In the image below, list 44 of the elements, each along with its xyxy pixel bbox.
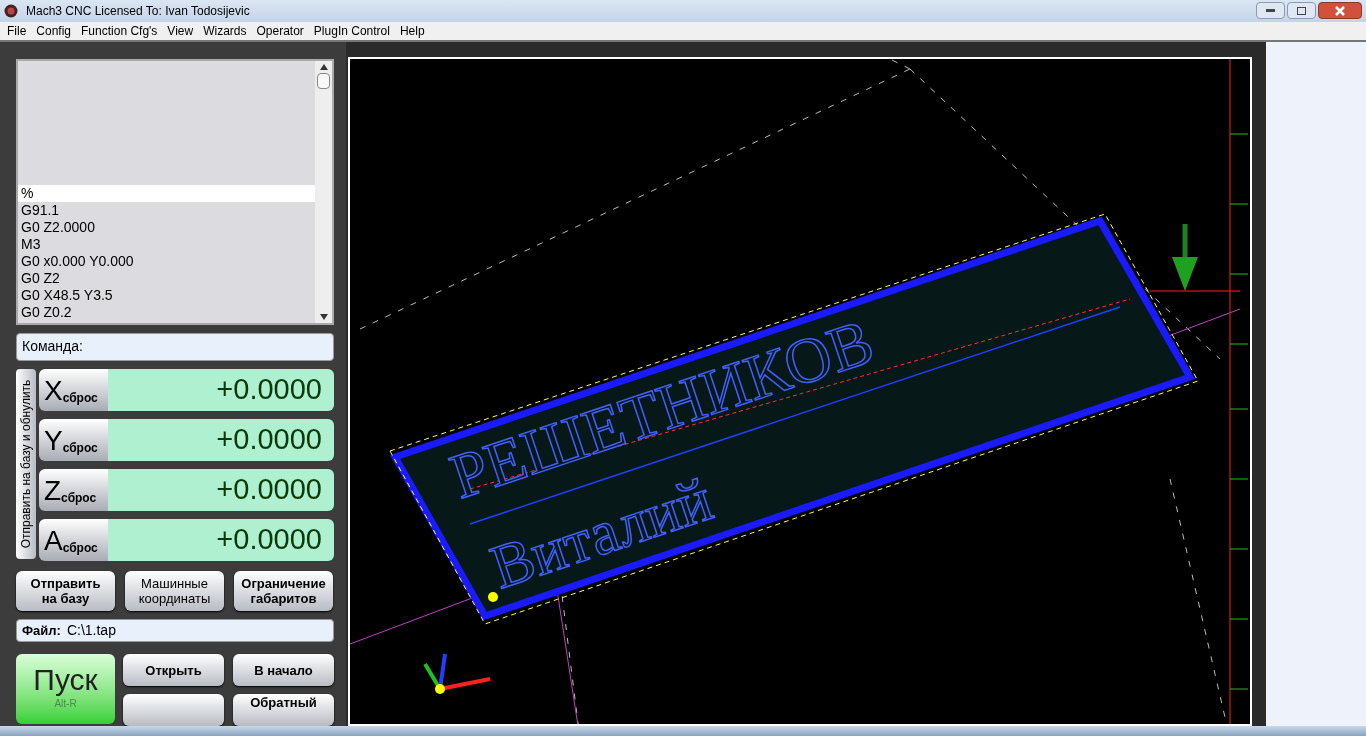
gcode-line[interactable]: G0 Z0.2 (18, 303, 315, 321)
program-button[interactable]: В начало (233, 654, 334, 686)
restore-button[interactable] (1287, 2, 1316, 19)
gcode-line[interactable]: G0 Z2.0000 (18, 218, 315, 236)
program-button[interactable]: Обратный (233, 694, 334, 726)
gcode-line[interactable]: G0 Z2 (18, 269, 315, 287)
axis-action-button[interactable]: Ограничение габаритов (234, 571, 333, 611)
scroll-thumb[interactable] (317, 73, 330, 89)
menu-item[interactable]: Wizards (198, 22, 252, 40)
gcode-list[interactable]: % G91.1 G0 Z2.0000 M3 G0 x0.000 Y0.000 G0 Z2 G0 X48.5 Y3.5 G0 Z0.2 (16, 59, 334, 325)
close-icon (1335, 5, 1345, 16)
window-title: Mach3 CNC Licensed To: Ivan Todosijevic (26, 3, 251, 20)
axis-action-button[interactable]: Отправить на базу (16, 571, 115, 611)
axis-dro: +0.0000 (108, 419, 334, 461)
axis-reset-button[interactable]: Xсброс (39, 369, 108, 411)
run-button[interactable]: Пуск Alt-R (16, 654, 115, 724)
menu-item[interactable]: Help (394, 22, 430, 40)
axis-reset-button[interactable]: Aсброс (39, 519, 108, 561)
program-button[interactable]: Открыть (123, 654, 224, 686)
menu-item[interactable]: View (162, 22, 199, 40)
axis-dro: +0.0000 (108, 469, 334, 511)
gcode-line[interactable]: G91.1 (18, 201, 315, 219)
file-label: Файл: (22, 621, 61, 640)
ref-all-button[interactable]: Отправить на базу и обнулить (16, 369, 36, 559)
menu-item[interactable]: Config (31, 22, 77, 40)
app-logo-icon (4, 4, 18, 18)
close-button[interactable] (1318, 2, 1362, 19)
scroll-up-icon[interactable] (319, 64, 328, 70)
scrollbar[interactable] (315, 61, 332, 323)
menu-item[interactable]: Operator (251, 22, 309, 40)
axis-reset-button[interactable]: Zсброс (39, 469, 108, 511)
command-field[interactable]: Команда: (16, 332, 334, 361)
menu-item[interactable]: PlugIn Control (308, 22, 395, 40)
file-path: C:\1.tap (66, 621, 116, 640)
axis-dro: +0.0000 (108, 519, 334, 561)
gcode-line[interactable]: G0 x0.000 Y0.000 (18, 252, 315, 270)
menu-item[interactable]: File (2, 22, 32, 40)
minimize-button[interactable] (1256, 2, 1285, 19)
gcode-line[interactable]: M3 (18, 235, 315, 253)
scroll-down-icon[interactable] (319, 313, 328, 320)
axis-reset-button[interactable]: Yсброс (39, 419, 108, 461)
axis-dro: +0.0000 (108, 369, 334, 411)
menu-item[interactable]: Function Cfg's (76, 22, 163, 40)
gcode-line[interactable]: G0 X48.5 Y3.5 (18, 286, 315, 304)
